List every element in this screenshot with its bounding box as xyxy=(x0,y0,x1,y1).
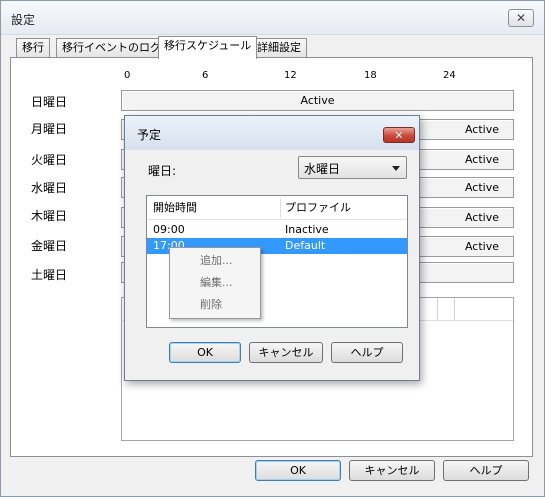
column-header-start-time[interactable]: 開始時間 xyxy=(153,196,197,220)
dialog-body: 曜日: 水曜日 開始時間 プロファイル 09:00 Inactive 17:00… xyxy=(133,150,411,372)
close-icon: ✕ xyxy=(515,11,527,25)
column-header-divider[interactable] xyxy=(280,198,281,218)
day-bar-status: Active xyxy=(464,123,499,136)
context-menu: 追加... 編集... 削除 xyxy=(169,247,261,319)
day-label-friday: 金曜日 xyxy=(31,239,68,253)
weekday-dropdown[interactable]: 水曜日 xyxy=(298,156,407,179)
chevron-down-icon xyxy=(392,166,400,171)
day-bar-status: Active xyxy=(464,181,499,194)
hour-tick: 12 xyxy=(284,70,297,81)
day-bar-status: Active xyxy=(464,211,499,224)
list-row[interactable]: 09:00 Inactive xyxy=(147,222,407,238)
schedule-dialog: 予定 ✕ 曜日: 水曜日 開始時間 プロファイル 09:00 Inactive … xyxy=(124,115,420,381)
row-time: 09:00 xyxy=(153,223,185,236)
hour-tick: 18 xyxy=(364,70,377,81)
cancel-button[interactable]: キャンセル xyxy=(349,460,435,481)
menu-item-delete[interactable]: 削除 xyxy=(170,295,260,315)
column-divider xyxy=(454,298,455,320)
window-title: 設定 xyxy=(11,13,36,27)
column-divider xyxy=(437,298,438,320)
tab-migration-event-log[interactable]: 移行イベントのログ xyxy=(56,38,167,58)
row-profile: Default xyxy=(285,239,326,252)
menu-item-edit[interactable]: 編集... xyxy=(170,273,260,293)
menu-item-add[interactable]: 追加... xyxy=(170,251,260,271)
dialog-cancel-button[interactable]: キャンセル xyxy=(249,342,323,363)
dialog-title-bar[interactable]: 予定 ✕ xyxy=(125,116,419,150)
weekday-label: 曜日: xyxy=(148,164,177,178)
hour-tick: 6 xyxy=(202,70,209,81)
day-bar-status: Active xyxy=(464,240,499,253)
row-profile: Inactive xyxy=(285,223,329,236)
close-icon: ✕ xyxy=(394,128,404,142)
hour-tick: 24 xyxy=(443,70,456,81)
tab-migration-schedule[interactable]: 移行スケジュール xyxy=(158,36,258,59)
day-label-monday: 月曜日 xyxy=(31,122,68,136)
tab-advanced-settings[interactable]: 詳細設定 xyxy=(251,38,307,58)
weekday-selected-value: 水曜日 xyxy=(304,162,341,176)
day-label-tuesday: 火曜日 xyxy=(31,153,68,167)
title-bar[interactable]: 設定 ✕ xyxy=(1,1,544,35)
dialog-ok-button[interactable]: OK xyxy=(169,342,241,363)
ok-button[interactable]: OK xyxy=(255,460,341,481)
tab-migration[interactable]: 移行 xyxy=(16,38,50,58)
help-button[interactable]: ヘルプ xyxy=(443,460,529,481)
day-label-saturday: 土曜日 xyxy=(31,268,68,282)
dialog-help-button[interactable]: ヘルプ xyxy=(331,342,403,363)
dialog-close-button[interactable]: ✕ xyxy=(383,127,415,143)
day-label-sunday: 日曜日 xyxy=(31,95,68,109)
close-button[interactable]: ✕ xyxy=(508,9,534,27)
day-bar-status: Active xyxy=(300,94,335,107)
hour-tick: 0 xyxy=(124,70,131,81)
day-label-wednesday: 水曜日 xyxy=(31,181,68,195)
dialog-title: 予定 xyxy=(137,128,162,142)
day-bar-status: Active xyxy=(464,153,499,166)
day-bar-sunday[interactable]: Active xyxy=(121,90,514,111)
column-header-profile[interactable]: プロファイル xyxy=(285,196,351,220)
day-label-thursday: 木曜日 xyxy=(31,209,68,223)
